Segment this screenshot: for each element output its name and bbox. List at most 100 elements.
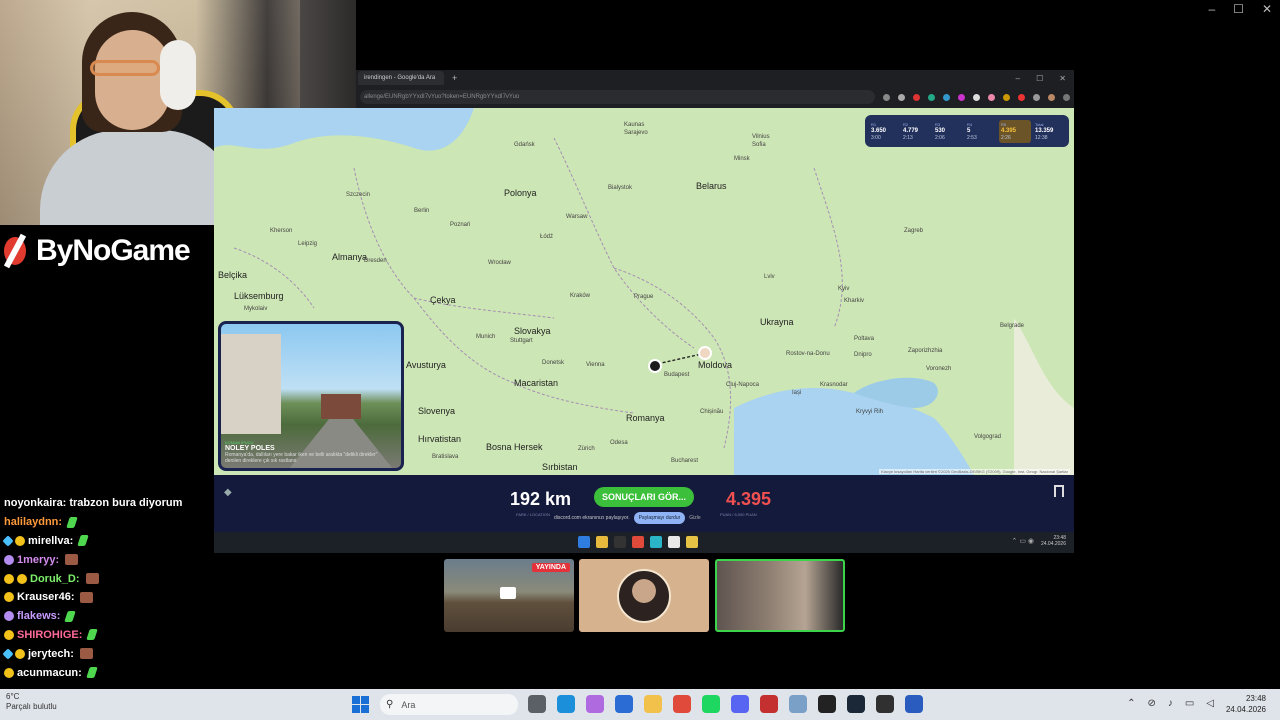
sponsor-logo: ByNoGame	[0, 226, 214, 276]
bookmark-icon[interactable]	[1054, 485, 1064, 497]
taskbar-clock[interactable]: 23:48 24.04.2026	[1226, 693, 1266, 715]
chat-username[interactable]: halilaydnn:	[4, 516, 62, 528]
windows-start-icon[interactable]	[578, 536, 590, 548]
steam-icon[interactable]	[847, 695, 865, 713]
chat-username[interactable]: mirellva:	[28, 535, 73, 547]
display-icon[interactable]: ▭	[1185, 698, 1194, 709]
epic-icon[interactable]	[818, 695, 836, 713]
round-round: Total	[1035, 121, 1044, 127]
country-label: Sırbistan	[542, 462, 578, 472]
guess-pin-icon[interactable]	[648, 359, 662, 373]
profile-avatar[interactable]	[1048, 93, 1055, 101]
stream-thumbnail[interactable]: YAYINDA	[444, 559, 574, 632]
player-avatar-marker[interactable]	[698, 346, 712, 360]
participant-avatar-tile[interactable]	[579, 559, 709, 632]
start-button[interactable]	[352, 696, 369, 713]
terminal-icon[interactable]	[614, 536, 626, 548]
chat-username[interactable]: Krauser46:	[17, 591, 74, 603]
browser-maximize-icon[interactable]: ☐	[1036, 74, 1043, 83]
network-icon[interactable]: ⊘	[1147, 698, 1155, 709]
app-icon[interactable]	[760, 695, 778, 713]
chat-username[interactable]: acunmacun:	[17, 667, 82, 679]
round-time: 2:13	[903, 134, 913, 141]
map-attribution[interactable]: Klavye kısayolları Harita verileri ©2026…	[879, 469, 1070, 474]
extension-icon[interactable]	[913, 93, 920, 101]
extension-icon[interactable]	[1003, 93, 1010, 101]
city-label: Bucharest	[671, 458, 699, 464]
chrome-icon[interactable]	[632, 536, 644, 548]
clue-caption: KONUM İPUCU NOLEY POLES Romanya'da, dall…	[225, 440, 385, 464]
chat-username[interactable]: jerytech:	[28, 648, 74, 660]
close-icon[interactable]: ✕	[1262, 2, 1272, 16]
extension-icon[interactable]	[943, 93, 950, 101]
country-label: Moldova	[698, 360, 733, 370]
screen: – ☐ ✕ ByNoGame noyonkaira: trabzon bura d…	[0, 0, 1280, 720]
document-icon[interactable]	[668, 536, 680, 548]
stop-sharing-button[interactable]: Paylaşmayı durdur	[633, 512, 686, 524]
points-sub: PUAN / 5.000 PUAN	[720, 512, 757, 517]
extensions-puzzle-icon[interactable]	[1033, 93, 1040, 101]
badge-icon	[2, 535, 14, 547]
chrome-icon[interactable]	[673, 695, 691, 713]
settings-icon[interactable]	[789, 695, 807, 713]
tray-icons[interactable]: ⌃ ▭ ◉	[1012, 537, 1034, 545]
discord-icon[interactable]	[731, 695, 749, 713]
maximize-icon[interactable]: ☐	[1233, 2, 1244, 16]
browser-close-icon[interactable]: ✕	[1059, 74, 1066, 83]
round-score: 4.779	[903, 127, 919, 134]
weather-widget[interactable]: 6°C Parçalı bulutlu	[6, 692, 57, 712]
spotify-icon[interactable]	[702, 695, 720, 713]
participant-camera-tile[interactable]	[715, 559, 845, 632]
folder-icon[interactable]	[596, 536, 608, 548]
chat-username[interactable]: noyonkaira:	[4, 497, 66, 509]
hide-button[interactable]: Gizle	[689, 515, 700, 521]
browser-tab[interactable]: irendingen - Google'da Ara	[358, 71, 444, 85]
chat-username[interactable]: Doruk_D:	[30, 573, 80, 585]
install-icon[interactable]	[883, 93, 890, 101]
url-field[interactable]: allenge/EUNRgbYYxdI7vYuo?token=EUNRgbYYx…	[360, 90, 875, 104]
city-label: Volgograd	[974, 434, 1002, 440]
extension-icon[interactable]	[958, 93, 965, 101]
extension-icon[interactable]	[988, 93, 995, 101]
chat-message: halilaydnn:	[4, 513, 214, 532]
chat-username[interactable]: 1meryy:	[17, 554, 59, 566]
city-label: Kherson	[270, 228, 293, 234]
search-input[interactable]: ⚲ Ara	[380, 694, 518, 715]
city-label: Krasnodar	[820, 382, 848, 388]
minimize-icon[interactable]: –	[1208, 2, 1215, 16]
mic-icon[interactable]: ♪	[1168, 698, 1173, 709]
city-label: Poltava	[854, 336, 875, 342]
menu-dots-icon[interactable]	[1063, 93, 1070, 101]
folder-icon[interactable]	[644, 695, 662, 713]
store-icon[interactable]	[615, 695, 633, 713]
chat-message: Doruk_D:	[4, 569, 214, 588]
star-icon[interactable]	[898, 93, 905, 101]
app-icon[interactable]	[686, 536, 698, 548]
city-label: Dnipro	[854, 352, 872, 358]
country-label: Slovakya	[514, 326, 551, 336]
copilot-icon[interactable]	[586, 695, 604, 713]
chevron-up-icon[interactable]: ⌃	[1127, 698, 1135, 709]
chat-username[interactable]: SHIROHIGE:	[17, 629, 82, 641]
extension-icon[interactable]	[928, 93, 935, 101]
new-tab-button[interactable]: +	[452, 73, 457, 83]
file-icon[interactable]	[528, 695, 546, 713]
streetview-preview[interactable]: KONUM İPUCU NOLEY POLES Romanya'da, dall…	[218, 321, 404, 471]
edge-icon[interactable]	[557, 695, 575, 713]
location-pin-icon[interactable]: ◆	[224, 487, 232, 498]
clue-text: Romanya'da, dallıları yere bakar iken ve…	[225, 452, 378, 464]
country-label: Çekya	[430, 295, 456, 305]
badge-icon	[15, 648, 25, 659]
tool-icon[interactable]	[905, 695, 923, 713]
obs-icon[interactable]	[876, 695, 894, 713]
extension-icon[interactable]	[973, 93, 980, 101]
city-label: Kyiv	[838, 286, 850, 292]
screen-icon	[500, 587, 516, 599]
chat-username[interactable]: flakews:	[17, 610, 60, 622]
app-icon[interactable]	[650, 536, 662, 548]
extension-icon[interactable]	[1018, 93, 1025, 101]
result-panel: ◆ 192 km FARK / LOCATION SONUÇLARI GÖR..…	[214, 475, 1074, 532]
browser-minimize-icon[interactable]: –	[1016, 74, 1020, 83]
volume-icon[interactable]: ◁	[1206, 698, 1214, 709]
see-results-button[interactable]: SONUÇLARI GÖR...	[594, 487, 694, 507]
